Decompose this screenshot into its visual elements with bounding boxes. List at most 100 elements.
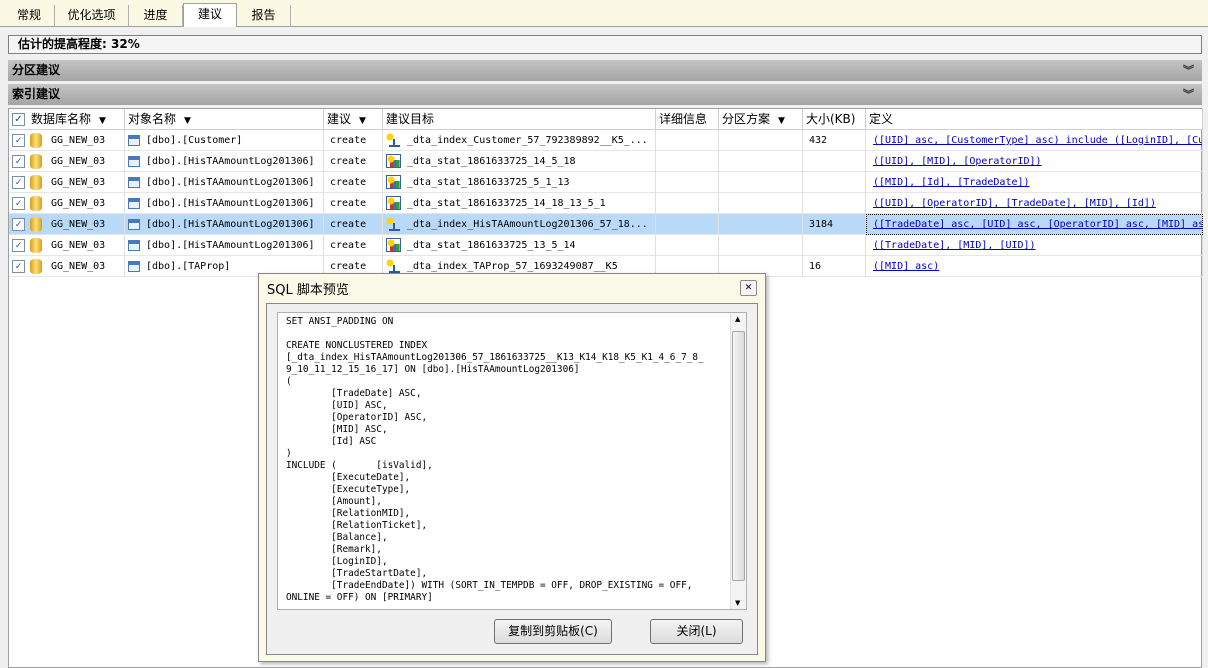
select-all-checkbox[interactable]: ✓ bbox=[12, 113, 25, 126]
index-icon bbox=[386, 217, 401, 231]
definition-cell: ([UID] asc, [CustomerType] asc) include … bbox=[866, 130, 1203, 151]
action-cell: create bbox=[324, 151, 383, 172]
size-cell bbox=[803, 151, 866, 172]
col-partition-scheme[interactable]: 分区方案 ▼ bbox=[719, 109, 803, 130]
partition-cell bbox=[719, 151, 803, 172]
section-title: 索引建议 bbox=[12, 87, 61, 101]
object-cell: [dbo].[HisTAAmountLog201306] bbox=[125, 214, 324, 235]
target-cell: _dta_stat_1861633725_14_18_13_5_1 bbox=[383, 193, 656, 214]
database-cell: ✓ GG_NEW_03 bbox=[9, 235, 125, 256]
object-cell: [dbo].[HisTAAmountLog201306] bbox=[125, 151, 324, 172]
dropdown-arrow-icon: ▼ bbox=[99, 116, 106, 126]
improvement-value: 32% bbox=[111, 37, 140, 51]
table-icon bbox=[128, 218, 140, 230]
database-cell: ✓ GG_NEW_03 bbox=[9, 214, 125, 235]
table-row[interactable]: ✓ GG_NEW_03 [dbo].[Customer] create _dta_… bbox=[9, 130, 1203, 151]
dialog-title: SQL 脚本预览 bbox=[267, 283, 349, 298]
partition-cell bbox=[719, 130, 803, 151]
tab-bar: 常规 优化选项 进度 建议 报告 bbox=[0, 0, 1208, 28]
improvement-label: 估计的提高程度: bbox=[18, 37, 107, 51]
details-cell bbox=[656, 214, 719, 235]
table-row[interactable]: ✓ GG_NEW_03 [dbo].[HisTAAmountLog201306] … bbox=[9, 235, 1203, 256]
action-cell: create bbox=[324, 172, 383, 193]
size-cell: 16 bbox=[803, 256, 866, 277]
table-row[interactable]: ✓ GG_NEW_03 [dbo].[HisTAAmountLog201306] … bbox=[9, 193, 1203, 214]
partition-cell bbox=[719, 214, 803, 235]
row-checkbox[interactable]: ✓ bbox=[12, 176, 25, 189]
col-target[interactable]: 建议目标 bbox=[383, 109, 656, 130]
close-icon[interactable]: ✕ bbox=[740, 280, 757, 296]
definition-cell: ([MID] asc) bbox=[866, 256, 1203, 277]
dropdown-arrow-icon: ▼ bbox=[184, 116, 191, 126]
table-icon bbox=[128, 176, 140, 188]
col-object[interactable]: 对象名称 ▼ bbox=[125, 109, 324, 130]
database-icon bbox=[30, 175, 42, 190]
index-icon bbox=[386, 259, 401, 273]
size-cell: 432 bbox=[803, 130, 866, 151]
definition-link[interactable]: ([MID], [Id], [TradeDate]) bbox=[873, 177, 1030, 188]
table-row[interactable]: ✓ GG_NEW_03 [dbo].[HisTAAmountLog201306] … bbox=[9, 214, 1203, 235]
col-size[interactable]: 大小(KB) bbox=[803, 109, 866, 130]
statistics-icon bbox=[386, 175, 401, 189]
scroll-down-icon[interactable]: ▼ bbox=[735, 599, 740, 607]
definition-link[interactable]: ([UID], [OperatorID], [TradeDate], [MID]… bbox=[873, 198, 1156, 209]
definition-link[interactable]: ([MID] asc) bbox=[873, 261, 939, 272]
definition-link[interactable]: ([TradeDate], [MID], [UID]) bbox=[873, 240, 1036, 251]
col-database[interactable]: ✓ 数据库名称 ▼ bbox=[9, 109, 125, 130]
vertical-scrollbar[interactable]: ▲ ▼ bbox=[730, 313, 746, 609]
dropdown-arrow-icon: ▼ bbox=[359, 116, 366, 126]
definition-link[interactable]: ([TradeDate] asc, [UID] asc, [OperatorID… bbox=[873, 219, 1202, 230]
definition-cell: ([UID], [MID], [OperatorID]) bbox=[866, 151, 1203, 172]
object-cell: [dbo].[HisTAAmountLog201306] bbox=[125, 193, 324, 214]
database-icon bbox=[30, 238, 42, 253]
chevron-down-icon[interactable]: ︾ bbox=[1183, 60, 1194, 81]
tab-recommendations[interactable]: 建议 bbox=[183, 3, 237, 28]
close-button[interactable]: 关闭(L) bbox=[650, 619, 743, 644]
index-recommendations-header[interactable]: 索引建议 ︾ bbox=[8, 84, 1202, 105]
estimated-improvement: 估计的提高程度: 32% bbox=[8, 35, 1202, 54]
target-cell: _dta_stat_1861633725_13_5_14 bbox=[383, 235, 656, 256]
row-checkbox[interactable]: ✓ bbox=[12, 218, 25, 231]
row-checkbox[interactable]: ✓ bbox=[12, 134, 25, 147]
tab-progress[interactable]: 进度 bbox=[129, 5, 183, 27]
database-icon bbox=[30, 217, 42, 232]
tab-reports[interactable]: 报告 bbox=[237, 5, 291, 27]
scroll-up-icon[interactable]: ▲ bbox=[735, 315, 740, 323]
tab-tuning-options[interactable]: 优化选项 bbox=[55, 5, 129, 27]
col-definition[interactable]: 定义 bbox=[866, 109, 1203, 130]
row-checkbox[interactable]: ✓ bbox=[12, 155, 25, 168]
size-cell bbox=[803, 193, 866, 214]
database-cell: ✓ GG_NEW_03 bbox=[9, 130, 125, 151]
scrollbar-thumb[interactable] bbox=[732, 331, 745, 581]
partition-cell bbox=[719, 235, 803, 256]
row-checkbox[interactable]: ✓ bbox=[12, 197, 25, 210]
definition-link[interactable]: ([UID], [MID], [OperatorID]) bbox=[873, 156, 1042, 167]
table-icon bbox=[128, 239, 140, 251]
table-row[interactable]: ✓ GG_NEW_03 [dbo].[HisTAAmountLog201306] … bbox=[9, 151, 1203, 172]
sql-script-text: SET ANSI_PADDING ON CREATE NONCLUSTERED … bbox=[286, 316, 704, 603]
col-details[interactable]: 详细信息 bbox=[656, 109, 719, 130]
object-cell: [dbo].[Customer] bbox=[125, 130, 324, 151]
tab-general[interactable]: 常规 bbox=[4, 5, 55, 27]
sql-script-textarea[interactable]: SET ANSI_PADDING ON CREATE NONCLUSTERED … bbox=[277, 312, 747, 610]
partition-recommendations-header[interactable]: 分区建议 ︾ bbox=[8, 60, 1202, 81]
action-cell: create bbox=[324, 235, 383, 256]
row-checkbox[interactable]: ✓ bbox=[12, 239, 25, 252]
table-icon bbox=[128, 260, 140, 272]
object-cell: [dbo].[HisTAAmountLog201306] bbox=[125, 235, 324, 256]
copy-to-clipboard-button[interactable]: 复制到剪贴板(C) bbox=[494, 619, 612, 644]
table-icon bbox=[128, 197, 140, 209]
target-cell: _dta_stat_1861633725_5_1_13 bbox=[383, 172, 656, 193]
database-cell: ✓ GG_NEW_03 bbox=[9, 151, 125, 172]
col-recommendation[interactable]: 建议 ▼ bbox=[324, 109, 383, 130]
table-row[interactable]: ✓ GG_NEW_03 [dbo].[HisTAAmountLog201306] … bbox=[9, 172, 1203, 193]
row-checkbox[interactable]: ✓ bbox=[12, 260, 25, 273]
action-cell: create bbox=[324, 214, 383, 235]
statistics-icon bbox=[386, 196, 401, 210]
statistics-icon bbox=[386, 238, 401, 252]
dropdown-arrow-icon: ▼ bbox=[778, 116, 785, 126]
definition-link[interactable]: ([UID] asc, [CustomerType] asc) include … bbox=[873, 135, 1202, 146]
details-cell bbox=[656, 235, 719, 256]
chevron-down-icon[interactable]: ︾ bbox=[1183, 84, 1194, 105]
table-icon bbox=[128, 155, 140, 167]
